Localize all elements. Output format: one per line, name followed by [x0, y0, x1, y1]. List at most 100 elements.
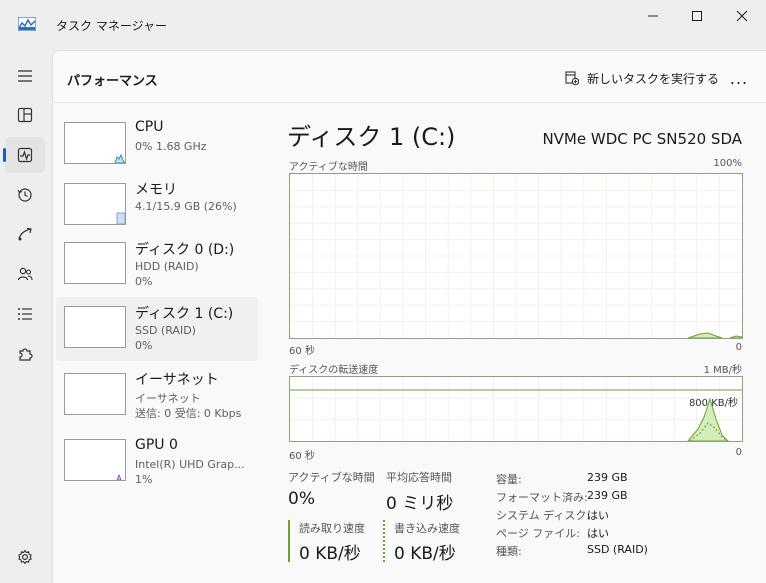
device-usage: 0% 1.68 GHz: [135, 140, 207, 153]
device-disk-1[interactable]: ディスク 1 (C:) SSD (RAID) 0%: [56, 297, 258, 361]
device-cpu[interactable]: CPU 0% 1.68 GHz: [56, 115, 258, 179]
formatted-label: フォーマット済み:: [496, 491, 588, 504]
gear-icon: [18, 549, 32, 565]
nav-settings[interactable]: [5, 539, 45, 575]
read-speed-box: 読み取り速度 0 KB/秒: [288, 520, 365, 564]
close-button[interactable]: [719, 4, 765, 28]
transfer-rate-graph-canvas: [290, 377, 742, 442]
run-new-task-button[interactable]: 新しいタスクを実行する: [565, 67, 719, 89]
cpu-thumbnail: [64, 122, 126, 164]
run-task-icon: [565, 71, 579, 85]
read-speed-value: 0 KB/秒: [299, 544, 361, 564]
capacity-value: 239 GB: [587, 471, 628, 484]
disk-model: NVMe WDC PC SN520 SDA: [542, 130, 742, 148]
disk-type-value: SSD (RAID): [587, 543, 648, 556]
task-manager-icon: [18, 17, 36, 31]
nav-app-history[interactable]: [5, 177, 45, 213]
write-speed-label: 書き込み速度: [394, 522, 460, 535]
gpu-thumbnail: [64, 439, 126, 481]
device-disk-0[interactable]: ディスク 0 (D:) HDD (RAID) 0%: [56, 235, 258, 299]
performance-icon: [17, 147, 33, 163]
window-title: タスク マネージャー: [56, 19, 167, 33]
page-title: パフォーマンス: [67, 74, 158, 89]
transfer-rate-graph-label: ディスクの転送速度: [289, 365, 379, 376]
device-gpu-0[interactable]: GPU 0 Intel(R) UHD Grap... 1%: [56, 431, 258, 495]
hamburger-icon: [18, 70, 32, 82]
device-name: CPU: [135, 119, 164, 135]
history-icon: [17, 188, 32, 202]
write-speed-value: 0 KB/秒: [394, 544, 456, 564]
active-time-x-start: 60 秒: [289, 346, 315, 357]
disk-0-thumbnail: [64, 242, 126, 284]
active-time-graph-canvas: [290, 174, 743, 339]
active-time-graph-label: アクティブな時間: [289, 162, 368, 173]
run-task-label: 新しいタスクを実行する: [587, 71, 720, 86]
system-disk-value: はい: [587, 509, 609, 522]
active-time-x-end: 0: [735, 342, 742, 353]
page-file-value: はい: [587, 527, 609, 540]
active-time-stat-label: アクティブな時間: [288, 471, 375, 484]
nav-processes[interactable]: [5, 97, 45, 133]
device-usage: 0%: [135, 275, 153, 288]
device-ethernet[interactable]: イーサネット イーサネット 送信: 0 受信: 0 Kbps: [56, 365, 258, 429]
detail-title: ディスク 1 (C:): [287, 123, 456, 151]
nav-details[interactable]: [5, 296, 45, 332]
hamburger-menu-button[interactable]: [5, 58, 45, 94]
nav-startup-apps[interactable]: [5, 216, 45, 252]
main-panel: パフォーマンス 新しいタスクを実行する ... CPU 0% 1.68 GHz …: [52, 50, 766, 583]
puzzle-icon: [19, 348, 33, 361]
device-usage: 4.1/15.9 GB (26%): [135, 200, 237, 213]
more-options-button[interactable]: ...: [725, 65, 753, 91]
nav-users[interactable]: [5, 256, 45, 292]
startup-icon: [18, 227, 32, 241]
device-type: Intel(R) UHD Grap...: [135, 458, 245, 471]
device-name: メモリ: [135, 182, 177, 198]
formatted-value: 239 GB: [587, 489, 628, 502]
device-type: HDD (RAID): [135, 260, 199, 273]
maximize-icon: [692, 11, 702, 21]
processes-icon: [17, 107, 33, 123]
device-name: GPU 0: [135, 437, 178, 453]
nav-services[interactable]: [5, 336, 45, 372]
device-type: SSD (RAID): [135, 324, 196, 337]
write-speed-box: 書き込み速度 0 KB/秒: [383, 520, 460, 564]
active-time-graph-max: 100%: [713, 158, 742, 169]
transfer-rate-graph: 800 KB/秒: [289, 376, 743, 442]
disk-type-label: 種類:: [496, 545, 522, 558]
title-bar: タスク マネージャー: [0, 0, 766, 50]
device-name: ディスク 0 (D:): [135, 242, 235, 258]
device-name: ディスク 1 (C:): [135, 306, 234, 322]
active-indicator: [3, 148, 6, 162]
page-file-label: ページ ファイル:: [496, 527, 580, 540]
read-speed-label: 読み取り速度: [299, 522, 365, 535]
disk-1-thumbnail: [64, 306, 126, 348]
minimize-icon: [648, 15, 658, 17]
avg-response-stat-label: 平均応答時間: [386, 471, 452, 484]
system-disk-label: システム ディスク:: [496, 509, 591, 522]
avg-response-stat-value: 0 ミリ秒: [386, 494, 454, 514]
users-icon: [17, 267, 33, 281]
device-name: イーサネット: [135, 372, 219, 388]
maximize-button[interactable]: [674, 4, 720, 28]
nav-performance[interactable]: [3, 137, 45, 173]
memory-mini-graph: [116, 212, 125, 224]
cpu-mini-graph: [114, 153, 125, 163]
page-header: パフォーマンス 新しいタスクを実行する ...: [53, 51, 766, 103]
active-time-stat-value: 0%: [288, 489, 315, 509]
details-list-icon: [18, 308, 32, 320]
capacity-label: 容量:: [496, 473, 522, 486]
transfer-rate-graph-max: 1 MB/秒: [703, 365, 742, 376]
memory-thumbnail: [64, 183, 126, 225]
navigation-rail: [0, 50, 52, 583]
device-usage: 送信: 0 受信: 0 Kbps: [135, 407, 242, 420]
device-usage: 1%: [135, 473, 153, 486]
device-memory[interactable]: メモリ 4.1/15.9 GB (26%): [56, 175, 258, 239]
device-usage: 0%: [135, 339, 153, 352]
ethernet-thumbnail: [64, 373, 126, 415]
transfer-rate-x-start: 60 秒: [289, 451, 315, 462]
close-icon: [736, 10, 748, 22]
minimize-button[interactable]: [630, 4, 676, 28]
active-time-graph: [289, 173, 743, 339]
transfer-rate-scale-label: 800 KB/秒: [688, 398, 738, 409]
gpu-mini-graph: [116, 473, 122, 480]
